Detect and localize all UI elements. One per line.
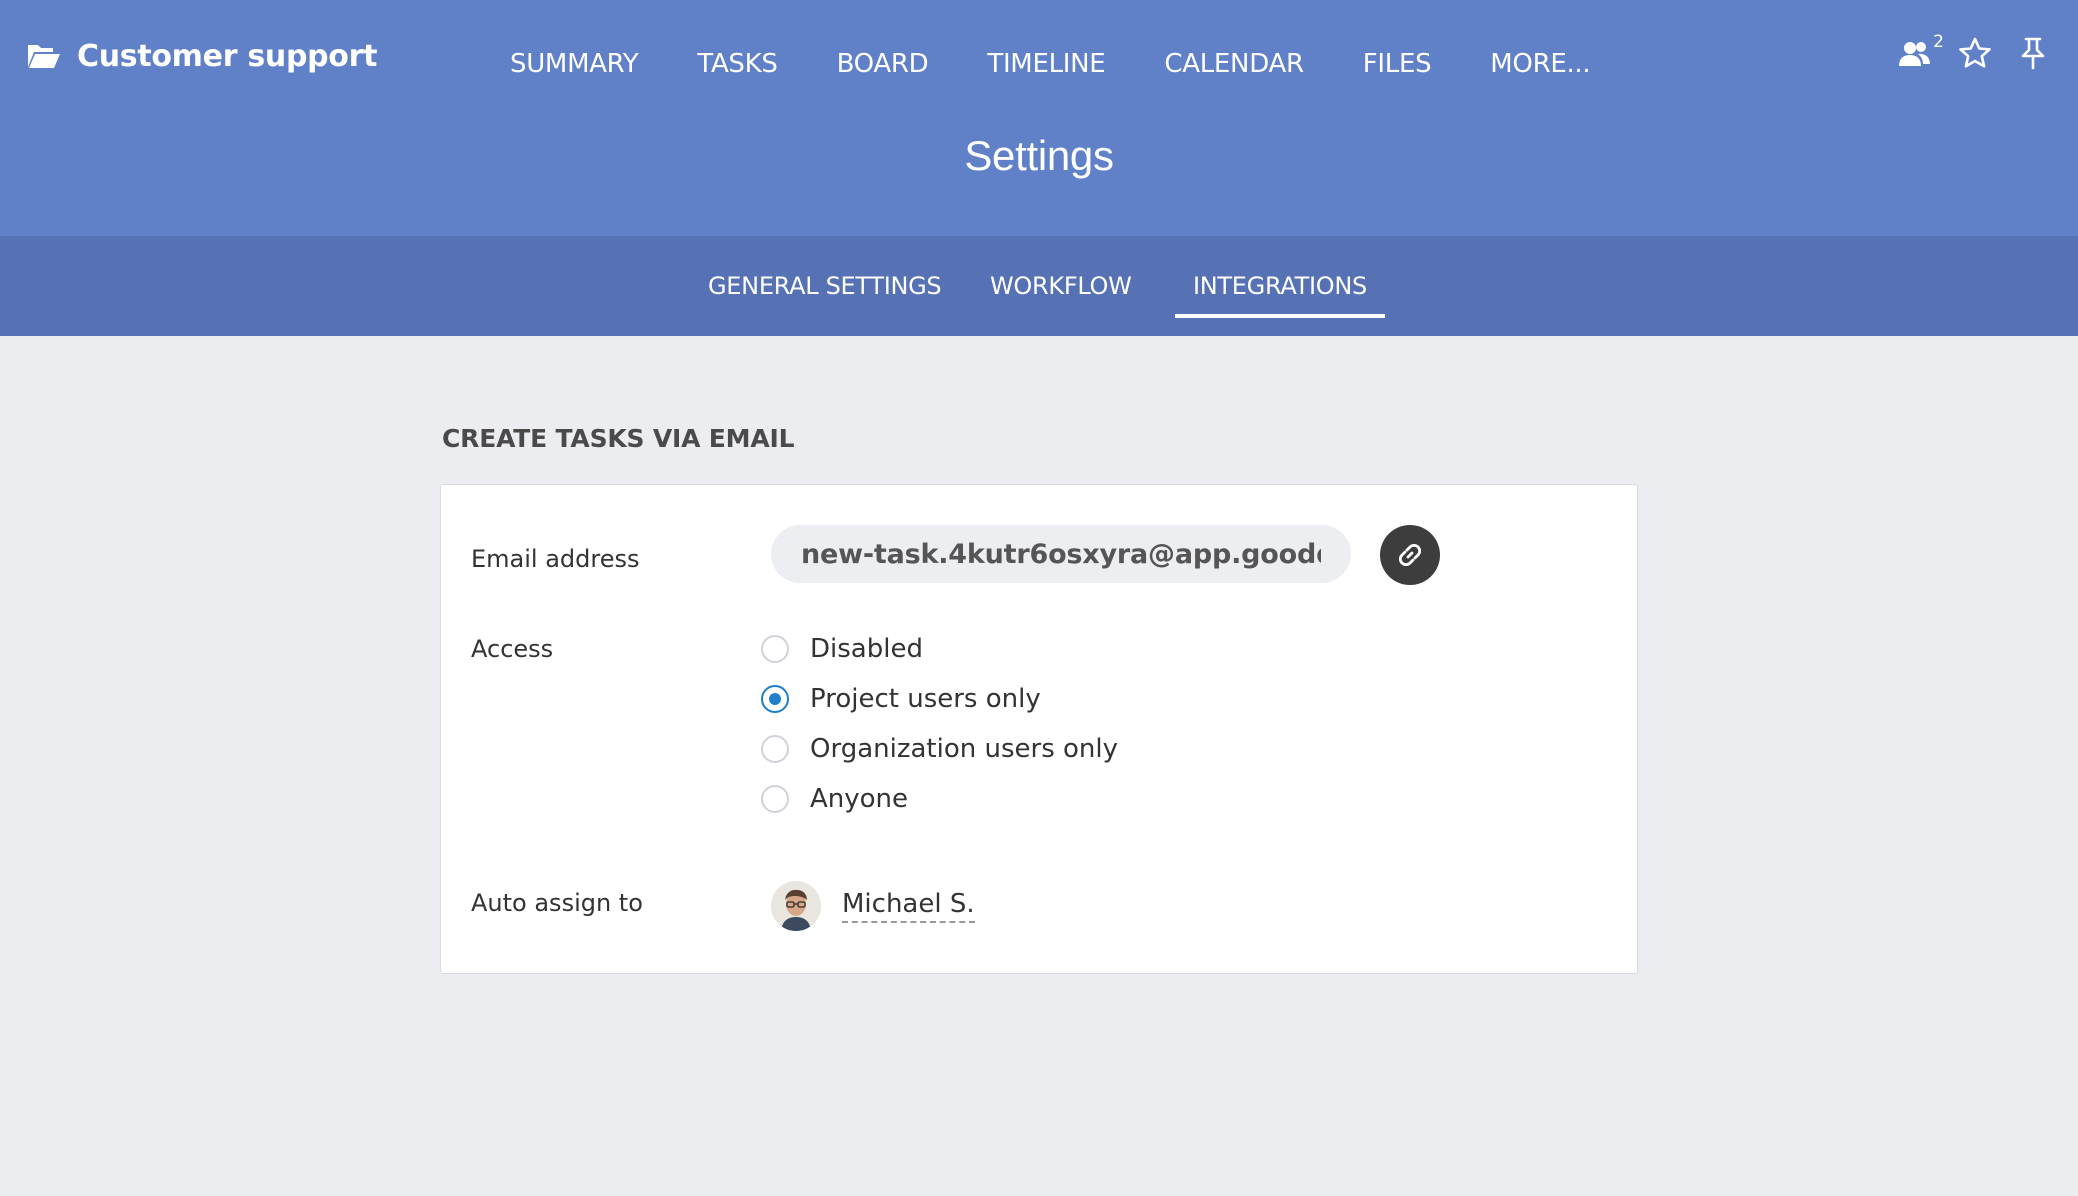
header: Customer support SUMMARY TASKS BOARD TIM…	[0, 0, 2078, 236]
radio-label: Organization users only	[810, 734, 1119, 764]
top-navigation: SUMMARY TASKS BOARD TIMELINE CALENDAR FI…	[510, 44, 1649, 84]
header-actions: 2	[1872, 32, 2048, 73]
folder-open-icon	[28, 45, 60, 68]
radio-label: Project users only	[810, 684, 1041, 714]
email-address-field[interactable]: new-task.4kutr6osxyra@app.goodday.w	[771, 525, 1351, 583]
email-address-value: new-task.4kutr6osxyra@app.goodday.w	[801, 538, 1321, 570]
radio-anyone[interactable]	[761, 785, 789, 813]
favorite-button[interactable]	[1958, 37, 1992, 69]
nav-timeline[interactable]: TIMELINE	[987, 49, 1105, 79]
project-title: Customer support	[77, 38, 378, 74]
nav-tasks[interactable]: TASKS	[697, 49, 778, 79]
radio-project-users[interactable]	[761, 685, 789, 713]
email-integration-card: Email address new-task.4kutr6osxyra@app.…	[440, 484, 1638, 974]
radio-label: Anyone	[810, 784, 909, 814]
users-count-badge: 2	[1933, 32, 1944, 52]
copy-link-button[interactable]	[1380, 525, 1440, 585]
settings-tabs: GENERAL SETTINGS WORKFLOW INTEGRATIONS	[0, 236, 2078, 336]
avatar	[771, 881, 821, 931]
page-title: Settings	[964, 132, 1114, 179]
radio-label: Disabled	[810, 634, 923, 664]
email-address-label: Email address	[471, 545, 640, 573]
project-switcher[interactable]: Customer support	[27, 36, 377, 76]
radio-disabled[interactable]	[761, 635, 789, 663]
assignee-name: Michael S.	[842, 889, 975, 923]
pin-button[interactable]	[2018, 36, 2048, 70]
nav-more[interactable]: MORE...	[1490, 49, 1590, 79]
users-icon	[1899, 42, 1930, 66]
auto-assign-selector[interactable]: Michael S.	[771, 881, 975, 931]
tab-workflow[interactable]: WORKFLOW	[972, 272, 1150, 314]
section-title: CREATE TASKS VIA EMAIL	[442, 424, 795, 453]
tab-integrations[interactable]: INTEGRATIONS	[1175, 272, 1385, 318]
nav-calendar[interactable]: CALENDAR	[1164, 49, 1304, 79]
star-icon	[1959, 37, 1991, 68]
project-users-button[interactable]: 2	[1898, 32, 1944, 68]
access-option-disabled[interactable]: Disabled	[761, 634, 923, 664]
access-option-project-users[interactable]: Project users only	[761, 684, 1041, 714]
access-option-anyone[interactable]: Anyone	[761, 784, 908, 814]
nav-files[interactable]: FILES	[1363, 49, 1432, 79]
nav-board[interactable]: BOARD	[837, 49, 929, 79]
tab-general-settings[interactable]: GENERAL SETTINGS	[690, 272, 959, 314]
nav-summary[interactable]: SUMMARY	[510, 49, 639, 79]
link-icon	[1398, 543, 1422, 567]
auto-assign-label: Auto assign to	[471, 889, 643, 917]
access-label: Access	[471, 635, 554, 663]
access-option-organization-users[interactable]: Organization users only	[761, 734, 1118, 764]
pin-icon	[2021, 37, 2045, 70]
radio-organization-users[interactable]	[761, 735, 789, 763]
